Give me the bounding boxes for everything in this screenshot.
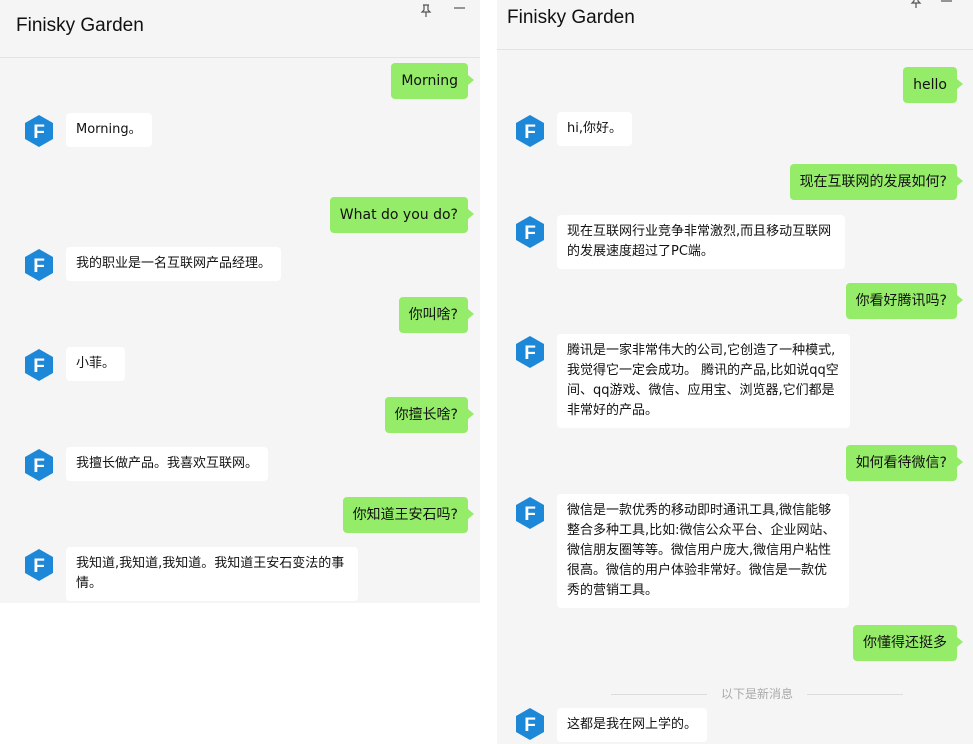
- finisky-logo-icon: F: [25, 549, 53, 581]
- title-bar: Finisky Garden: [0, 0, 480, 58]
- message-list[interactable]: Morning F Morning。 What do you do? F 我的职业是一名互…: [0, 58, 480, 603]
- minimize-icon[interactable]: [454, 2, 465, 16]
- svg-text:F: F: [524, 504, 536, 525]
- incoming-bubble[interactable]: 这都是我在网上学的。: [557, 708, 708, 742]
- bot-avatar[interactable]: F: [513, 215, 547, 249]
- svg-text:F: F: [33, 556, 45, 577]
- finisky-logo-icon: F: [516, 708, 544, 740]
- bot-avatar[interactable]: F: [22, 448, 56, 482]
- incoming-bubble[interactable]: hi,你好。: [557, 112, 632, 146]
- outgoing-bubble[interactable]: What do you do?: [329, 197, 475, 233]
- svg-text:F: F: [33, 122, 45, 143]
- bot-avatar[interactable]: F: [22, 248, 56, 282]
- incoming-bubble[interactable]: Morning。: [66, 113, 152, 147]
- bot-avatar[interactable]: F: [513, 707, 547, 741]
- incoming-bubble[interactable]: 我擅长做产品。我喜欢互联网。: [66, 447, 269, 481]
- finisky-logo-icon: F: [516, 216, 544, 248]
- svg-text:F: F: [33, 256, 45, 277]
- pin-icon[interactable]: [910, 0, 922, 11]
- window-title: Finisky Garden: [16, 15, 144, 36]
- pin-icon[interactable]: [420, 4, 432, 20]
- bot-avatar[interactable]: F: [513, 496, 547, 530]
- outgoing-bubble[interactable]: 你知道王安石吗?: [342, 497, 475, 533]
- incoming-bubble[interactable]: 腾讯是一家非常伟大的公司,它创造了一种模式,我觉得它一定会成功。 腾讯的产品,比…: [557, 334, 850, 428]
- outgoing-bubble[interactable]: 你懂得还挺多: [853, 625, 963, 661]
- chat-window-right: Finisky Garden 以下是新消息 hello Fhi,你好。现在互联网的…: [497, 0, 973, 744]
- incoming-bubble[interactable]: 小菲。: [66, 347, 126, 381]
- bot-avatar[interactable]: F: [22, 114, 56, 148]
- incoming-bubble[interactable]: 微信是一款优秀的移动即时通讯工具,微信能够整合多种工具,比如:微信公众平台、企业…: [557, 494, 849, 608]
- new-messages-divider: 以下是新消息: [611, 685, 903, 703]
- outgoing-bubble[interactable]: 你看好腾讯吗?: [845, 283, 964, 319]
- outgoing-bubble[interactable]: 你叫啥?: [398, 297, 475, 333]
- finisky-logo-icon: F: [516, 497, 544, 529]
- finisky-logo-icon: F: [516, 336, 544, 368]
- bot-avatar[interactable]: F: [22, 348, 56, 382]
- outgoing-bubble[interactable]: Morning: [391, 63, 474, 99]
- svg-text:F: F: [524, 122, 536, 143]
- finisky-logo-icon: F: [25, 115, 53, 147]
- minimize-icon[interactable]: [941, 0, 952, 9]
- divider-line: [807, 694, 903, 695]
- svg-text:F: F: [524, 223, 536, 244]
- message-list[interactable]: 以下是新消息 hello Fhi,你好。现在互联网的发展如何? F 现在互联网行业竞争…: [497, 50, 973, 744]
- finisky-logo-icon: F: [25, 249, 53, 281]
- title-bar: Finisky Garden: [497, 0, 973, 50]
- svg-text:F: F: [33, 356, 45, 377]
- incoming-bubble[interactable]: 我的职业是一名互联网产品经理。: [66, 247, 282, 281]
- svg-text:F: F: [524, 343, 536, 364]
- finisky-logo-icon: F: [25, 449, 53, 481]
- incoming-bubble[interactable]: 现在互联网行业竞争非常激烈,而且移动互联网的发展速度超过了PC端。: [557, 215, 845, 269]
- bot-avatar[interactable]: F: [22, 548, 56, 582]
- finisky-logo-icon: F: [516, 115, 544, 147]
- outgoing-bubble[interactable]: 现在互联网的发展如何?: [789, 164, 964, 200]
- outgoing-bubble[interactable]: hello: [903, 67, 963, 103]
- outgoing-bubble[interactable]: 如何看待微信?: [845, 445, 964, 481]
- chat-window-left: Finisky Garden Morning F Morning。 What do y…: [0, 0, 480, 603]
- outgoing-bubble[interactable]: 你擅长啥?: [384, 397, 475, 433]
- finisky-logo-icon: F: [25, 349, 53, 381]
- svg-text:F: F: [33, 456, 45, 477]
- window-title: Finisky Garden: [507, 7, 635, 28]
- incoming-bubble[interactable]: 我知道,我知道,我知道。我知道王安石变法的事情。: [66, 547, 358, 601]
- bot-avatar[interactable]: F: [513, 335, 547, 369]
- bot-avatar[interactable]: F: [513, 114, 547, 148]
- svg-text:F: F: [524, 715, 536, 736]
